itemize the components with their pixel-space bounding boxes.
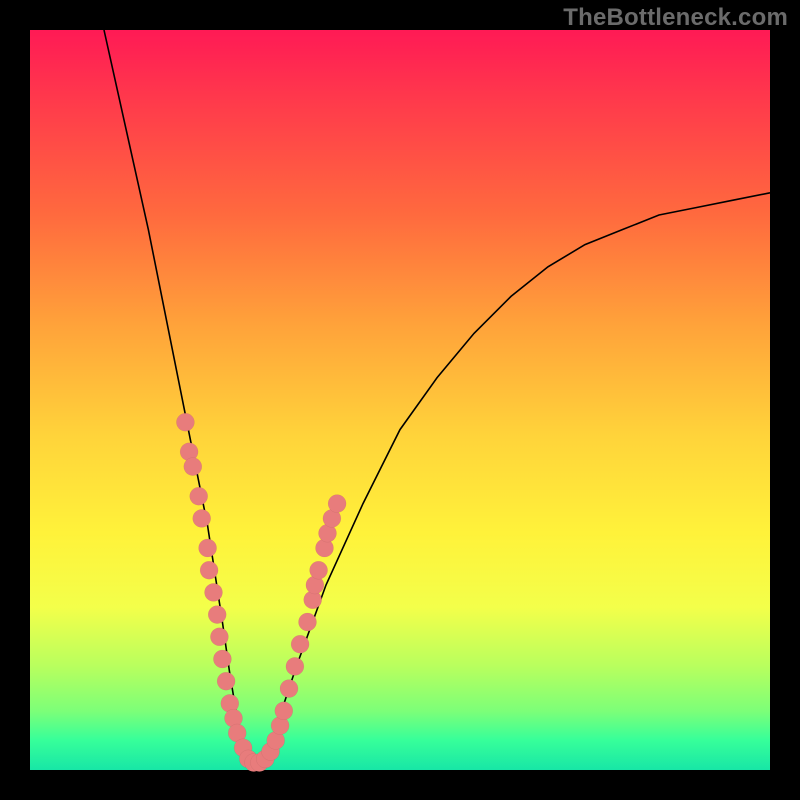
chart-svg [30, 30, 770, 770]
data-point [176, 413, 194, 431]
data-point [210, 628, 228, 646]
data-point [208, 606, 226, 624]
data-point [199, 539, 217, 557]
data-point [275, 702, 293, 720]
data-point [213, 650, 231, 668]
data-point [299, 613, 317, 631]
watermark-text: TheBottleneck.com [563, 4, 788, 32]
data-point [205, 583, 223, 601]
chart-container: TheBottleneck.com [0, 0, 800, 800]
data-point [291, 635, 309, 653]
data-point [190, 487, 208, 505]
data-point [328, 495, 346, 513]
data-point [280, 680, 298, 698]
data-point [310, 561, 328, 579]
data-point [286, 657, 304, 675]
data-point [193, 509, 211, 527]
data-points [176, 413, 346, 771]
bottleneck-curve [104, 30, 770, 770]
data-point [217, 672, 235, 690]
data-point [184, 458, 202, 476]
data-point [200, 561, 218, 579]
